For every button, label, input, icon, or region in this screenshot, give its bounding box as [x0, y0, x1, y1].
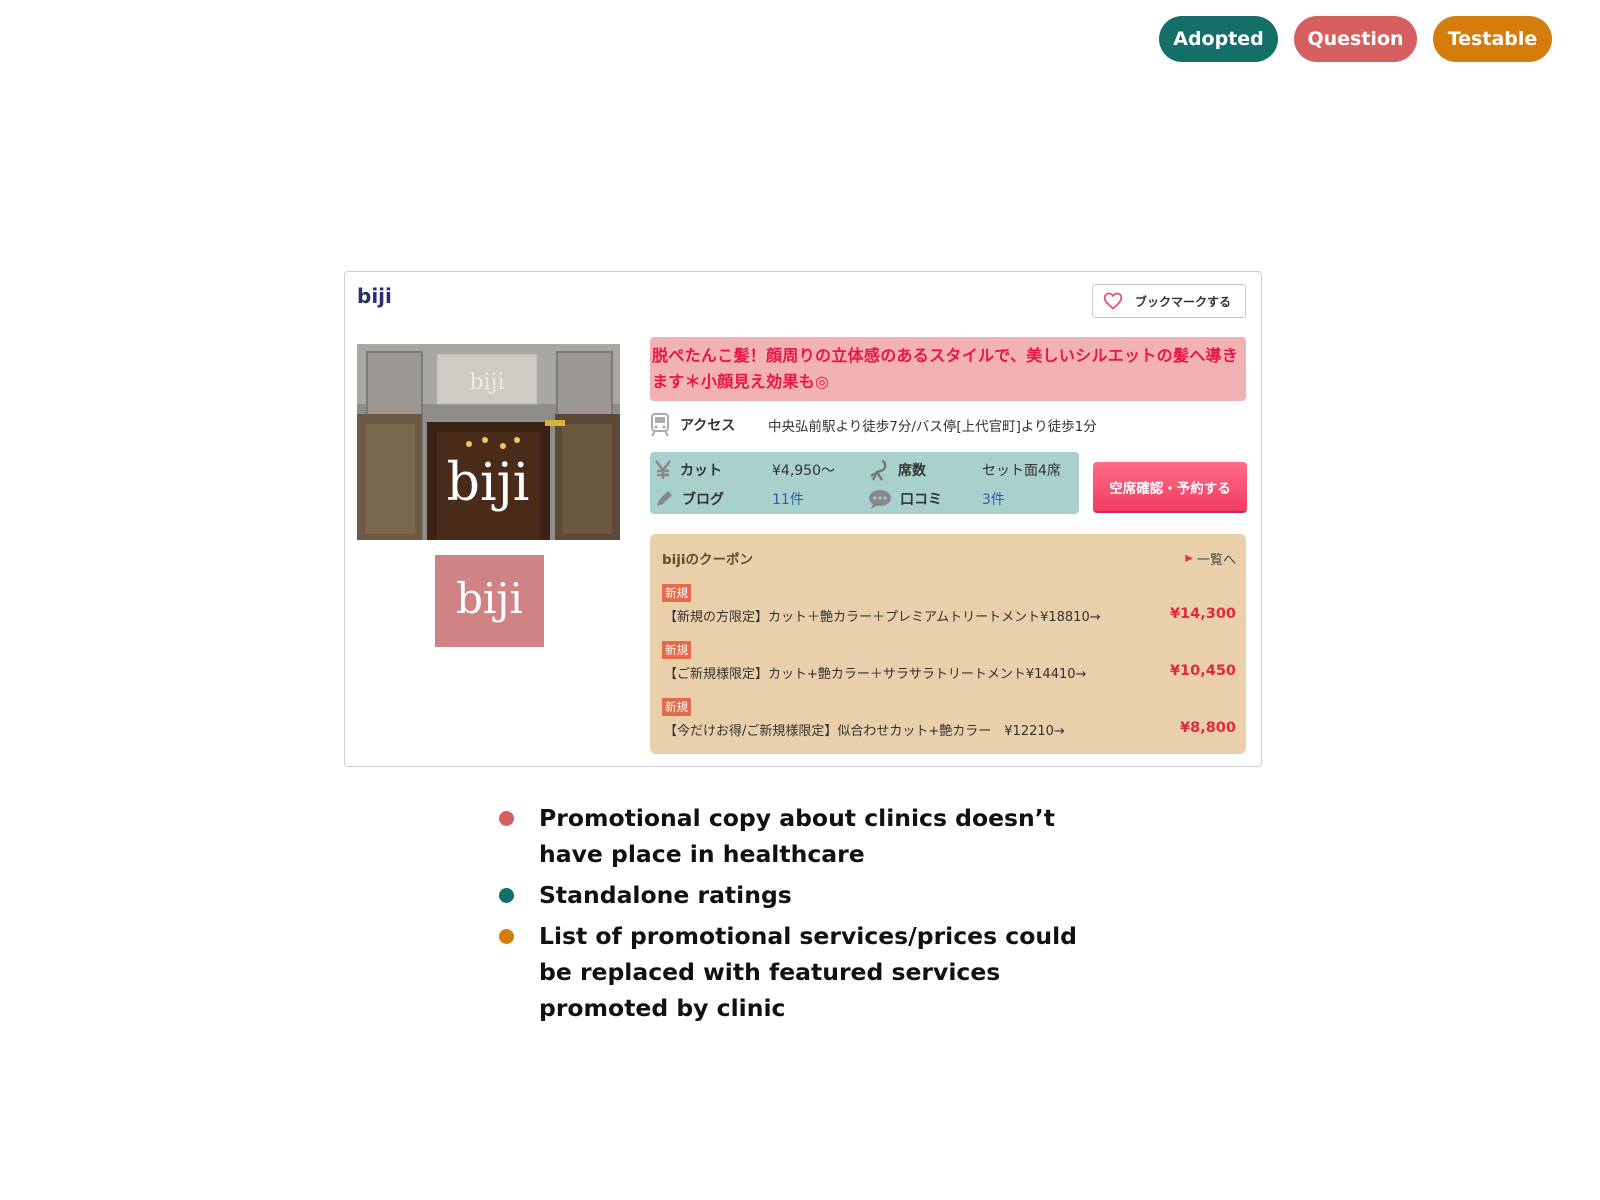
coupon-price: ¥8,800: [1180, 720, 1236, 736]
salon-card: biji ブックマークする biji biji biji 脱ぺたんこ髪！顔周りの…: [344, 271, 1262, 767]
speech-bubble-icon: [869, 490, 891, 509]
coupon-item[interactable]: 新規 【ご新規様限定】カット+艶カラー＋サラサラトリートメント¥14410→ ¥…: [662, 641, 1236, 687]
catch-copy: 脱ぺたんこ髪！顔周りの立体感のあるスタイルで、美しいシルエットの髪へ導きます＊小…: [650, 337, 1246, 401]
reserve-button[interactable]: 空席確認・予約する: [1093, 462, 1247, 511]
review-label: 口コミ: [900, 492, 942, 508]
seats-cell: 席数 セット面4席: [868, 457, 1078, 483]
svg-text:biji: biji: [447, 453, 530, 513]
coupon-price: ¥14,300: [1169, 606, 1236, 622]
info-box: カット ¥4,950〜 席数 セット面4席 ブログ 11件 口コミ 3件: [650, 452, 1079, 514]
coupon-list-link[interactable]: ▶ 一覧へ: [1185, 549, 1236, 568]
review-cell[interactable]: 口コミ 3件: [868, 486, 1078, 512]
blog-value[interactable]: 11件: [772, 489, 804, 509]
coupon-text[interactable]: 【今だけお得/ご新規様限定】似合わせカット+艶カラー ¥12210→: [664, 720, 1065, 739]
annotation-notes: Promotional copy about clinics doesn’t h…: [497, 800, 1097, 1031]
cut-value: ¥4,950〜: [772, 463, 835, 479]
note-text: Standalone ratings: [539, 881, 792, 909]
yen-icon: [655, 460, 671, 479]
coupon-list-link-label: 一覧へ: [1196, 553, 1236, 568]
new-customer-badge: 新規: [662, 641, 691, 659]
pencil-icon: [657, 491, 672, 506]
bookmark-button[interactable]: ブックマークする: [1092, 284, 1246, 318]
coupon-item[interactable]: 新規 【今だけお得/ご新規様限定】似合わせカット+艶カラー ¥12210→ ¥8…: [662, 698, 1236, 744]
red-bullet-icon: [499, 811, 514, 826]
coupon-price: ¥10,450: [1169, 663, 1236, 679]
heart-icon: [1103, 292, 1123, 310]
coupon-section: bijiのクーポン ▶ 一覧へ 新規 【新規の方限定】カット＋艶カラー＋プレミア…: [650, 534, 1246, 754]
teal-bullet-icon: [499, 888, 514, 903]
cut-label: カット: [680, 463, 722, 479]
svg-text:biji: biji: [456, 574, 523, 623]
seats-label: 席数: [898, 463, 926, 479]
salon-photo[interactable]: biji biji: [357, 344, 620, 540]
tag-list: Adopted Question Testable: [1159, 16, 1552, 62]
triangle-right-icon: ▶: [1185, 553, 1193, 564]
review-value[interactable]: 3件: [982, 489, 1005, 509]
access-row: アクセス 中央弘前駅より徒歩7分/バス停[上代官町]より徒歩1分: [650, 413, 1097, 437]
note-item: Standalone ratings: [497, 877, 1097, 913]
coupon-item[interactable]: 新規 【新規の方限定】カット＋艶カラー＋プレミアムトリートメント¥18810→ …: [662, 584, 1236, 630]
coupon-text[interactable]: 【ご新規様限定】カット+艶カラー＋サラサラトリートメント¥14410→: [664, 663, 1086, 682]
seats-value: セット面4席: [982, 463, 1061, 479]
orange-bullet-icon: [499, 929, 514, 944]
cut-price-cell: カット ¥4,950〜: [654, 457, 864, 483]
salon-logo-image: biji: [435, 555, 544, 647]
chair-icon: [870, 459, 887, 481]
train-icon: [651, 413, 669, 437]
note-item: List of promotional services/prices coul…: [497, 918, 1097, 1026]
coupon-text[interactable]: 【新規の方限定】カット＋艶カラー＋プレミアムトリートメント¥18810→: [664, 606, 1101, 625]
blog-label: ブログ: [682, 492, 724, 508]
access-value: 中央弘前駅より徒歩7分/バス停[上代官町]より徒歩1分: [768, 419, 1097, 435]
new-customer-badge: 新規: [662, 698, 691, 716]
adopted-tag[interactable]: Adopted: [1159, 16, 1278, 62]
salon-name-link[interactable]: biji: [357, 284, 392, 308]
svg-text:biji: biji: [470, 370, 505, 395]
bookmark-label: ブックマークする: [1135, 294, 1232, 309]
note-text: Promotional copy about clinics doesn’t h…: [539, 804, 1055, 868]
blog-cell[interactable]: ブログ 11件: [654, 486, 864, 512]
testable-tag[interactable]: Testable: [1433, 16, 1552, 62]
coupon-title: bijiのクーポン: [662, 552, 754, 568]
access-label: アクセス: [680, 418, 736, 434]
note-item: Promotional copy about clinics doesn’t h…: [497, 800, 1097, 872]
question-tag[interactable]: Question: [1294, 16, 1417, 62]
note-text: List of promotional services/prices coul…: [539, 922, 1077, 1022]
new-customer-badge: 新規: [662, 584, 691, 602]
